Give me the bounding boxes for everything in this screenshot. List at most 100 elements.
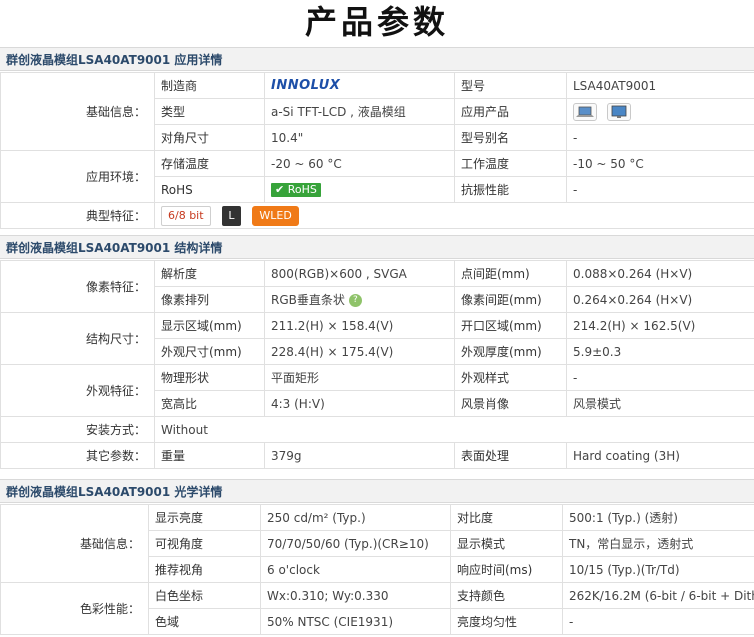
arrangement-value: RGB垂直条状? <box>264 286 455 313</box>
table-row: 安装方式： Without <box>0 416 754 443</box>
diagonal-value: 10.4" <box>264 124 455 151</box>
structure-table: 像素特征： 解析度 800(RGB)×600 , SVGA 点间距(mm) 0.… <box>0 260 754 469</box>
row-label-style: 外观样式 <box>454 364 567 391</box>
table-row: 基础信息： 显示亮度 250 cd/m² (Typ.) 对比度 500:1 (T… <box>0 504 754 583</box>
row-label-shape: 物理形状 <box>154 364 265 391</box>
row-label-dot-pitch: 点间距(mm) <box>454 260 567 287</box>
surface-value: Hard coating (3H) <box>566 442 754 469</box>
recommended-view-value: 6 o'clock <box>260 556 451 583</box>
table-row: 应用环境： 存储温度 -20 ~ 60 °C 工作温度 -10 ~ 50 °C <box>0 150 754 203</box>
row-label-pixel-pitch: 像素间距(mm) <box>454 286 567 313</box>
row-label-orientation: 风景肖像 <box>454 390 567 417</box>
typical-tags: 6/8 bit L WLED <box>154 202 754 229</box>
laptop-icon[interactable] <box>573 102 597 121</box>
white-point-value: Wx:0.310; Wy:0.330 <box>260 582 451 609</box>
row-label-weight: 重量 <box>154 442 265 469</box>
application-table: 基础信息： 制造商 INNOLUX 型号 LSA40AT9001 类型 a-Si… <box>0 72 754 229</box>
contrast-value: 500:1 (Typ.) (透射) <box>562 504 754 531</box>
group-label-typical: 典型特征： <box>0 202 155 229</box>
row-label-outline: 外观尺寸(mm) <box>154 338 265 365</box>
group-label-environment: 应用环境： <box>0 150 155 203</box>
row-label-recommended-view: 推荐视角 <box>148 556 261 583</box>
row-label-vibration: 抗振性能 <box>454 176 567 203</box>
brightness-value: 250 cd/m² (Typ.) <box>260 504 451 531</box>
colors-value: 262K/16.2M (6-bit / 6-bit + Dithering) <box>562 582 754 609</box>
row-label-work-temp: 工作温度 <box>454 150 567 177</box>
view-angle-value: 70/70/50/60 (Typ.)(CR≥10) <box>260 530 451 557</box>
row-label-thickness: 外观厚度(mm) <box>454 338 567 365</box>
row-label-arrangement: 像素排列 <box>154 286 265 313</box>
maker-logo: INNOLUX <box>264 72 455 99</box>
row-label-display-mode: 显示模式 <box>450 530 563 557</box>
gamut-value: 50% NTSC (CIE1931) <box>260 608 451 635</box>
row-label-surface: 表面处理 <box>454 442 567 469</box>
row-label-maker: 制造商 <box>154 72 265 99</box>
row-label-diagonal: 对角尺寸 <box>154 124 265 151</box>
row-label-aspect-ratio: 宽高比 <box>154 390 265 417</box>
row-label-contrast: 对比度 <box>450 504 563 531</box>
table-row: 色彩性能： 白色坐标 Wx:0.310; Wy:0.330 支持颜色 262K/… <box>0 582 754 635</box>
dot-pitch-value: 0.088×0.264 (H×V) <box>566 260 754 287</box>
rohs-badge: ✔ RoHS <box>264 176 455 203</box>
uniformity-value: - <box>562 608 754 635</box>
group-label-other: 其它参数： <box>0 442 155 469</box>
resolution-value: 800(RGB)×600 , SVGA <box>264 260 455 287</box>
table-row: 典型特征： 6/8 bit L WLED <box>0 202 754 229</box>
table-row: 其它参数： 重量 379g 表面处理 Hard coating (3H) <box>0 442 754 469</box>
row-label-display-area: 显示区域(mm) <box>154 312 265 339</box>
model-value: LSA40AT9001 <box>566 72 754 99</box>
row-label-model: 型号 <box>454 72 567 99</box>
storage-temp-value: -20 ~ 60 °C <box>264 150 455 177</box>
row-label-open-area: 开口区域(mm) <box>454 312 567 339</box>
group-label-pixel: 像素特征： <box>0 260 155 313</box>
table-row: 像素特征： 解析度 800(RGB)×600 , SVGA 点间距(mm) 0.… <box>0 260 754 313</box>
alias-value: - <box>566 124 754 151</box>
row-label-brightness: 显示亮度 <box>148 504 261 531</box>
weight-value: 379g <box>264 442 455 469</box>
orientation-value: 风景模式 <box>566 390 754 417</box>
open-area-value: 214.2(H) × 162.5(V) <box>566 312 754 339</box>
monitor-icon[interactable] <box>606 102 631 121</box>
row-label-resolution: 解析度 <box>154 260 265 287</box>
row-label-response-time: 响应时间(ms) <box>450 556 563 583</box>
row-label-colors: 支持颜色 <box>450 582 563 609</box>
group-label-mounting: 安装方式： <box>0 416 155 443</box>
row-label-white-point: 白色坐标 <box>148 582 261 609</box>
group-label-appearance: 外观特征： <box>0 364 155 417</box>
product-icons <box>566 98 754 125</box>
row-label-product: 应用产品 <box>454 98 567 125</box>
row-label-gamut: 色域 <box>148 608 261 635</box>
pixel-pitch-value: 0.264×0.264 (H×V) <box>566 286 754 313</box>
thickness-value: 5.9±0.3 <box>566 338 754 365</box>
response-time-value: 10/15 (Typ.)(Tr/Td) <box>562 556 754 583</box>
work-temp-value: -10 ~ 50 °C <box>566 150 754 177</box>
tag-6-8-bit[interactable]: 6/8 bit <box>161 205 211 226</box>
page-title: 产品参数 <box>304 3 449 41</box>
optical-table: 基础信息： 显示亮度 250 cd/m² (Typ.) 对比度 500:1 (T… <box>0 504 754 635</box>
table-row: 结构尺寸： 显示区域(mm) 211.2(H) × 158.4(V) 开口区域(… <box>0 312 754 365</box>
section-header-application: 群创液晶模组LSA40AT9001 应用详情 <box>0 47 754 71</box>
type-value: a-Si TFT-LCD , 液晶模组 <box>264 98 455 125</box>
vibration-value: - <box>566 176 754 203</box>
row-label-type: 类型 <box>154 98 265 125</box>
group-label-color: 色彩性能： <box>0 582 149 635</box>
shape-value: 平面矩形 <box>264 364 455 391</box>
display-area-value: 211.2(H) × 158.4(V) <box>264 312 455 339</box>
row-label-alias: 型号别名 <box>454 124 567 151</box>
row-label-uniformity: 亮度均匀性 <box>450 608 563 635</box>
row-label-storage-temp: 存储温度 <box>154 150 265 177</box>
section-header-optical: 群创液晶模组LSA40AT9001 光学详情 <box>0 479 754 503</box>
row-label-rohs: RoHS <box>154 176 265 203</box>
help-icon[interactable]: ? <box>348 294 362 307</box>
tag-wled[interactable]: WLED <box>252 205 299 226</box>
group-label-size: 结构尺寸： <box>0 312 155 365</box>
table-row: 外观特征： 物理形状 平面矩形 外观样式 - <box>0 364 754 417</box>
group-label-optic-basic: 基础信息： <box>0 504 149 583</box>
outline-value: 228.4(H) × 175.4(V) <box>264 338 455 365</box>
section-header-structure: 群创液晶模组LSA40AT9001 结构详情 <box>0 235 754 259</box>
style-value: - <box>566 364 754 391</box>
aspect-ratio-value: 4:3 (H:V) <box>264 390 455 417</box>
group-label-basic: 基础信息： <box>0 72 155 151</box>
tag-l[interactable]: L <box>222 205 241 226</box>
display-mode-value: TN，常白显示，透射式 <box>562 530 754 557</box>
